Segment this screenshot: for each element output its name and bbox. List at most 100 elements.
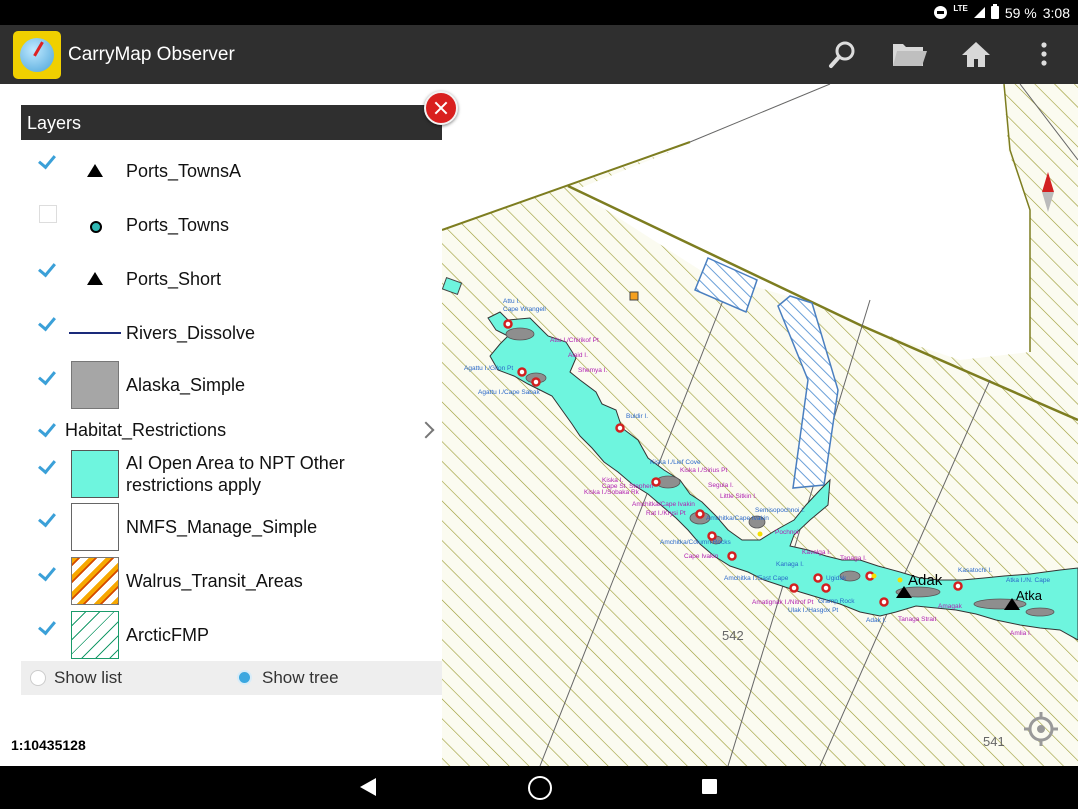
layer-checkbox[interactable] [39, 509, 57, 527]
svg-text:Atka I./N. Cape: Atka I./N. Cape [1006, 577, 1050, 584]
network-type: LTE [953, 4, 968, 13]
region-label-542: 542 [722, 628, 744, 643]
globe-icon [20, 38, 54, 72]
layer-label: Ports_Short [126, 269, 222, 289]
layer-arcticfmp[interactable]: ArcticFMP [21, 611, 442, 659]
recents-icon[interactable] [702, 779, 717, 794]
gray-fill-symbol-icon [71, 361, 119, 409]
more-vert-icon [1041, 42, 1047, 66]
layers-panel-title: Layers [21, 105, 442, 140]
orange-hatch-symbol-icon [71, 557, 119, 605]
svg-text:Shemya I.: Shemya I. [578, 367, 607, 374]
layer-alaska-simple[interactable]: Alaska_Simple [21, 361, 442, 409]
layer-walrus-transit-areas[interactable]: Walrus_Transit_Areas [21, 557, 442, 605]
layer-label: Ports_Towns [126, 215, 230, 235]
layer-checkbox[interactable] [39, 617, 57, 635]
my-location-button[interactable] [1024, 712, 1058, 746]
svg-text:Segula I.: Segula I. [708, 482, 734, 489]
home-icon [962, 42, 990, 67]
layers-panel: Layers Ports_TownsA Ports_Towns Ports_Sh… [21, 105, 442, 695]
svg-text:Kiska I./Sobaka Rk: Kiska I./Sobaka Rk [584, 489, 640, 496]
search-icon [829, 41, 855, 68]
overflow-menu-button[interactable] [1030, 38, 1058, 72]
dot-symbol-icon [71, 201, 119, 249]
layer-ports-townsa[interactable]: Ports_TownsA [21, 147, 442, 195]
svg-text:Amlia I.: Amlia I. [1010, 630, 1032, 637]
app-bar: CarryMap Observer [0, 25, 1078, 84]
triangle-symbol-icon [71, 255, 119, 303]
layer-checkbox[interactable] [39, 313, 57, 331]
svg-text:Amchitka/Column Rocks: Amchitka/Column Rocks [660, 539, 732, 546]
svg-text:Kasatochi I.: Kasatochi I. [958, 567, 992, 574]
clock: 3:08 [1042, 4, 1070, 21]
show-tree-label[interactable]: Show tree [262, 668, 339, 688]
search-button[interactable] [826, 38, 860, 72]
triangle-symbol-icon [71, 147, 119, 195]
battery-icon [990, 4, 999, 19]
svg-text:Alaid I.: Alaid I. [568, 352, 588, 359]
svg-text:Buldir I.: Buldir I. [626, 413, 648, 420]
show-list-radio[interactable] [30, 670, 46, 686]
svg-text:Little Sitkin I.: Little Sitkin I. [720, 493, 757, 500]
do-not-disturb-icon [934, 6, 948, 19]
layer-checkbox[interactable] [39, 205, 57, 223]
layer-label: NMFS_Manage_Simple [126, 517, 318, 537]
svg-text:Kanaga I.: Kanaga I. [776, 561, 804, 568]
crosshair-icon [1024, 712, 1058, 746]
layer-nmfs-manage-simple[interactable]: NMFS_Manage_Simple [21, 503, 442, 551]
layer-rivers-dissolve[interactable]: Rivers_Dissolve [21, 309, 442, 357]
open-folder-button[interactable] [891, 38, 927, 72]
green-hatch-symbol-icon [71, 611, 119, 659]
layer-checkbox[interactable] [39, 259, 57, 277]
svg-text:Ugidak: Ugidak [826, 575, 847, 582]
svg-text:Attu I.: Attu I. [503, 298, 520, 305]
app-title: CarryMap Observer [68, 44, 235, 65]
home-button[interactable] [959, 38, 993, 72]
layer-label: Ports_TownsA [126, 161, 242, 181]
svg-text:Kavalga I.: Kavalga I. [802, 549, 831, 556]
layer-checkbox[interactable] [39, 563, 57, 581]
layer-checkbox[interactable] [39, 419, 57, 437]
system-nav-bar [0, 766, 1078, 809]
svg-text:Amchitka I./East Cape: Amchitka I./East Cape [724, 575, 789, 582]
layer-checkbox[interactable] [39, 367, 57, 385]
svg-text:Cape Ivakin: Cape Ivakin [684, 553, 719, 560]
app-logo-icon [13, 31, 61, 79]
layer-label: Alaska_Simple [126, 375, 246, 395]
svg-text:Agattu I./Gilon Pt: Agattu I./Gilon Pt [464, 365, 513, 372]
svg-text:Adak: Adak [908, 572, 943, 589]
folder-icon [893, 44, 927, 66]
layers-view-mode: Show list Show tree [21, 661, 442, 695]
layer-checkbox[interactable] [39, 151, 57, 169]
layer-ports-towns[interactable]: Ports_Towns [21, 201, 442, 249]
close-layers-button[interactable] [424, 91, 458, 125]
svg-text:Atka: Atka [1016, 588, 1043, 603]
svg-text:Kiska I./Lief Cove: Kiska I./Lief Cove [650, 459, 701, 466]
svg-text:Agattu I./Cape Sabak: Agattu I./Cape Sabak [478, 389, 541, 396]
show-list-label[interactable]: Show list [54, 668, 122, 688]
back-icon[interactable] [360, 778, 376, 796]
layer-label: Rivers_Dissolve [126, 323, 256, 343]
svg-text:Amagak: Amagak [938, 603, 963, 610]
aqua-fill-symbol-icon [71, 450, 119, 498]
svg-text:Amchitka/Cape Ivakin: Amchitka/Cape Ivakin [632, 501, 695, 508]
layer-group-label: Habitat_Restrictions [65, 420, 227, 440]
svg-text:Tanaga Strait: Tanaga Strait [898, 616, 936, 623]
home-circle-icon[interactable] [528, 776, 552, 800]
layer-ai-open-area[interactable]: AI Open Area to NPT Other restrictions a… [21, 450, 442, 498]
layer-checkbox[interactable] [39, 456, 57, 474]
signal-icon [973, 7, 985, 18]
layer-group-habitat-restrictions[interactable]: Habitat_Restrictions [21, 417, 442, 447]
svg-text:Tanaga I.: Tanaga I. [840, 555, 867, 562]
svg-text:Amatignak I./Nitrof Pt: Amatignak I./Nitrof Pt [752, 599, 814, 606]
show-tree-radio[interactable] [237, 670, 252, 685]
svg-text:Adak I.: Adak I. [866, 617, 886, 624]
svg-text:Ulak I./Hasgox Pt: Ulak I./Hasgox Pt [788, 607, 838, 614]
status-icons: LTE 59 % 3:08 [934, 0, 1070, 25]
region-label-541: 541 [983, 734, 1005, 749]
svg-text:Pochnoi: Pochnoi [775, 529, 799, 536]
layer-ports-short[interactable]: Ports_Short [21, 255, 442, 303]
line-symbol-icon [69, 309, 121, 357]
layer-label: Walrus_Transit_Areas [126, 571, 303, 591]
layer-label: AI Open Area to NPT Other restrictions a… [126, 453, 345, 495]
